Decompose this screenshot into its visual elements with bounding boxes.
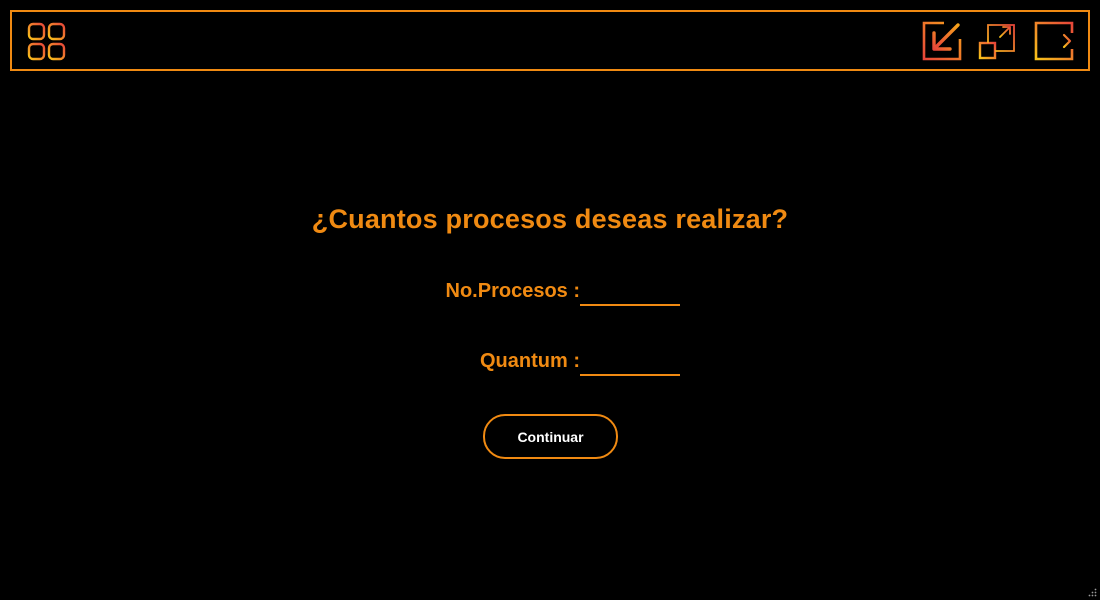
maximize-window-icon[interactable] bbox=[978, 21, 1018, 61]
quantum-input[interactable] bbox=[580, 352, 680, 376]
exit-icon[interactable] bbox=[1034, 21, 1074, 61]
minimize-arrow-icon[interactable] bbox=[922, 21, 962, 61]
resize-grip-icon[interactable] bbox=[1087, 587, 1097, 597]
window-controls bbox=[922, 21, 1074, 61]
page-title: ¿Cuantos procesos deseas realizar? bbox=[311, 204, 789, 234]
continue-button[interactable]: Continuar bbox=[483, 414, 618, 459]
app-window: ¿Cuantos procesos deseas realizar? No.Pr… bbox=[0, 0, 1100, 600]
procesos-label: No.Procesos : bbox=[445, 280, 580, 302]
quantum-label: Quantum : bbox=[480, 350, 580, 372]
grid-menu-icon[interactable] bbox=[27, 22, 67, 62]
procesos-row: No.Procesos : bbox=[0, 278, 1100, 308]
procesos-input[interactable] bbox=[580, 282, 680, 306]
quantum-row: Quantum : bbox=[0, 348, 1100, 378]
top-bar bbox=[10, 10, 1090, 71]
